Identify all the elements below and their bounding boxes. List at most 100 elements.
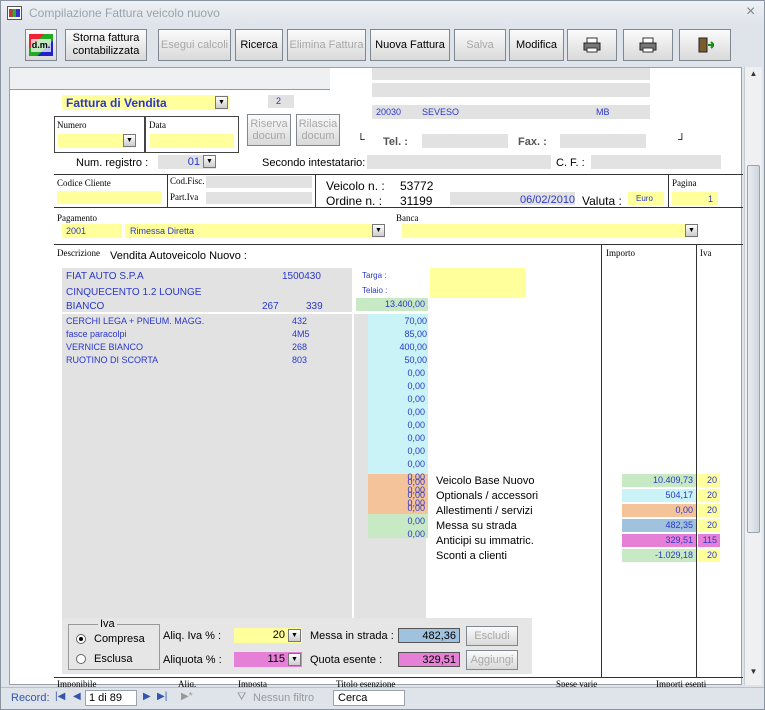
quota-esente-label: Quota esente : <box>310 654 383 666</box>
last-record-icon[interactable]: ▶| <box>157 691 167 702</box>
valuta-label: Valuta : <box>582 194 622 208</box>
registro-select[interactable]: 01 ▼ <box>158 155 216 169</box>
cap-value: 20030 <box>376 107 402 117</box>
optional-desc: VERNICE BIANCO <box>66 342 144 352</box>
pagamento-select[interactable]: Rimessa Diretta ▼ <box>125 224 385 238</box>
zero-value: 0,00 <box>407 368 425 378</box>
codice-cliente-input[interactable] <box>57 191 161 204</box>
pagina-label: Pagina <box>672 178 697 188</box>
chevron-down-icon[interactable]: ▼ <box>685 224 698 237</box>
printer-icon <box>639 37 657 53</box>
aliquota-label: Aliquota % : <box>163 654 222 666</box>
search-input[interactable]: Cerca <box>333 690 405 706</box>
summary-row: Allestimenti / servizi 0,00 20 <box>434 504 734 519</box>
print-button[interactable] <box>623 29 673 61</box>
scroll-up-icon[interactable]: ▲ <box>747 69 760 83</box>
app-icon <box>7 6 22 20</box>
list-item: fasce paracolpi 4M5 85,00 <box>66 328 427 341</box>
veicolo-value: 53772 <box>400 179 434 193</box>
cf-field[interactable] <box>591 155 721 169</box>
riserva-button[interactable]: Riserva docum <box>247 114 291 146</box>
chevron-down-icon[interactable]: ▼ <box>288 629 301 642</box>
exit-button[interactable] <box>679 29 731 61</box>
extra-value: 0,00 <box>407 529 425 539</box>
summary-row: Sconti a clienti -1.029,18 20 <box>434 549 734 564</box>
messa-strada-field[interactable]: 482,36 <box>398 628 460 643</box>
summary-iva: 20 <box>698 489 720 502</box>
copy-count: 2 <box>276 96 282 106</box>
data-input[interactable] <box>150 134 234 148</box>
close-icon[interactable]: × <box>746 3 755 21</box>
colore-col-a: 267 <box>262 301 279 312</box>
optional-desc: CERCHI LEGA + PNEUM. MAGG. <box>66 316 205 326</box>
ricerca-button[interactable]: Ricerca <box>235 29 283 61</box>
chevron-down-icon[interactable]: ▼ <box>372 224 385 237</box>
scroll-down-icon[interactable]: ▼ <box>747 667 760 681</box>
modifica-button[interactable]: Modifica <box>509 29 564 61</box>
print-preview-button[interactable] <box>567 29 617 61</box>
targa-telaio-field[interactable] <box>430 268 526 298</box>
prov-value: MB <box>596 107 610 117</box>
targa-label: Targa : <box>362 271 387 280</box>
pagamento-label: Pagamento <box>57 213 97 223</box>
elimina-fattura-button[interactable]: Elimina Fattura <box>287 29 366 61</box>
exit-door-icon <box>698 37 714 53</box>
logo-button[interactable]: d.m. <box>25 29 57 61</box>
aliquota-select[interactable]: 115 ▼ <box>234 652 302 667</box>
record-position-field[interactable]: 1 di 89 <box>85 690 137 706</box>
prev-record-icon[interactable]: ◀ <box>73 691 81 702</box>
escludi-button[interactable]: Escludi <box>466 626 518 646</box>
address-line-2 <box>372 83 650 97</box>
logo-text: d.m. <box>30 38 52 52</box>
summary-row: Anticipi su immatric. 329,51 115 <box>434 534 734 549</box>
aliquota-value: 115 <box>267 653 285 665</box>
optional-code: 4M5 <box>292 329 310 339</box>
compresa-label: Compresa <box>94 633 145 645</box>
new-record-icon[interactable]: ▶* <box>181 691 193 702</box>
aggiungi-button[interactable]: Aggiungi <box>466 650 518 670</box>
zero-value: 0,00 <box>407 420 425 430</box>
divider <box>601 244 602 678</box>
chevron-down-icon[interactable]: ▼ <box>203 155 216 168</box>
banca-select[interactable]: ▼ <box>402 224 698 238</box>
invoice-type-select[interactable]: Fattura di Vendita ▼ <box>62 95 229 110</box>
esclusa-radio[interactable] <box>76 654 86 664</box>
codfisc-label: Cod.Fisc. <box>170 176 205 186</box>
colore-col-b: 339 <box>306 301 323 312</box>
divider <box>167 174 168 208</box>
aliq-iva-label: Aliq. Iva % : <box>163 630 222 642</box>
optional-desc: fasce paracolpi <box>66 329 127 339</box>
vertical-scrollbar[interactable]: ▲ ▼ <box>744 67 762 685</box>
filter-icon[interactable]: ⛛ <box>237 691 246 704</box>
storna-button[interactable]: Storna fattura contabilizzata <box>65 29 147 61</box>
zero-value: 0,00 <box>407 433 425 443</box>
invoice-form: 20030 SEVESO MB Fattura di Vendita ▼ 2 N… <box>9 67 743 689</box>
chevron-down-icon[interactable]: ▼ <box>123 134 136 147</box>
secondo-intestatario-field[interactable] <box>367 155 551 169</box>
next-record-icon[interactable]: ▶ <box>143 691 151 702</box>
salva-button[interactable]: Salva <box>454 29 506 61</box>
nuova-fattura-button[interactable]: Nuova Fattura <box>370 29 450 61</box>
banca-label: Banca <box>396 213 419 223</box>
compresa-radio[interactable] <box>76 634 86 644</box>
quota-esente-field[interactable]: 329,51 <box>398 652 460 667</box>
ordine-value: 31199 <box>400 194 433 208</box>
chevron-down-icon[interactable]: ▼ <box>288 653 301 666</box>
scroll-thumb[interactable] <box>747 165 760 533</box>
tel-label: Tel. : <box>383 136 408 148</box>
first-record-icon[interactable]: |◀ <box>55 691 65 702</box>
optional-value: 400,00 <box>399 342 427 352</box>
numero-input[interactable]: ▼ <box>58 134 136 148</box>
summary-row: Veicolo Base Nuovo 10.409,73 20 <box>434 474 734 489</box>
zero-value: 0,00 <box>407 407 425 417</box>
filter-status[interactable]: Nessun filtro <box>253 692 314 704</box>
secondo-intestatario-label: Secondo intestatario: <box>262 157 366 169</box>
summary-label: Sconti a clienti <box>436 550 507 562</box>
esegui-calcoli-button[interactable]: Esegui calcoli <box>158 29 231 61</box>
chevron-down-icon[interactable]: ▼ <box>215 96 228 109</box>
descrizione-value: Vendita Autoveicolo Nuovo : <box>110 250 247 262</box>
telaio-label: Telaio : <box>362 286 388 295</box>
rilascia-button[interactable]: Rilascia docum <box>296 114 340 146</box>
aliq-iva-select[interactable]: 20 ▼ <box>234 628 302 643</box>
summary-iva: 20 <box>698 549 720 562</box>
